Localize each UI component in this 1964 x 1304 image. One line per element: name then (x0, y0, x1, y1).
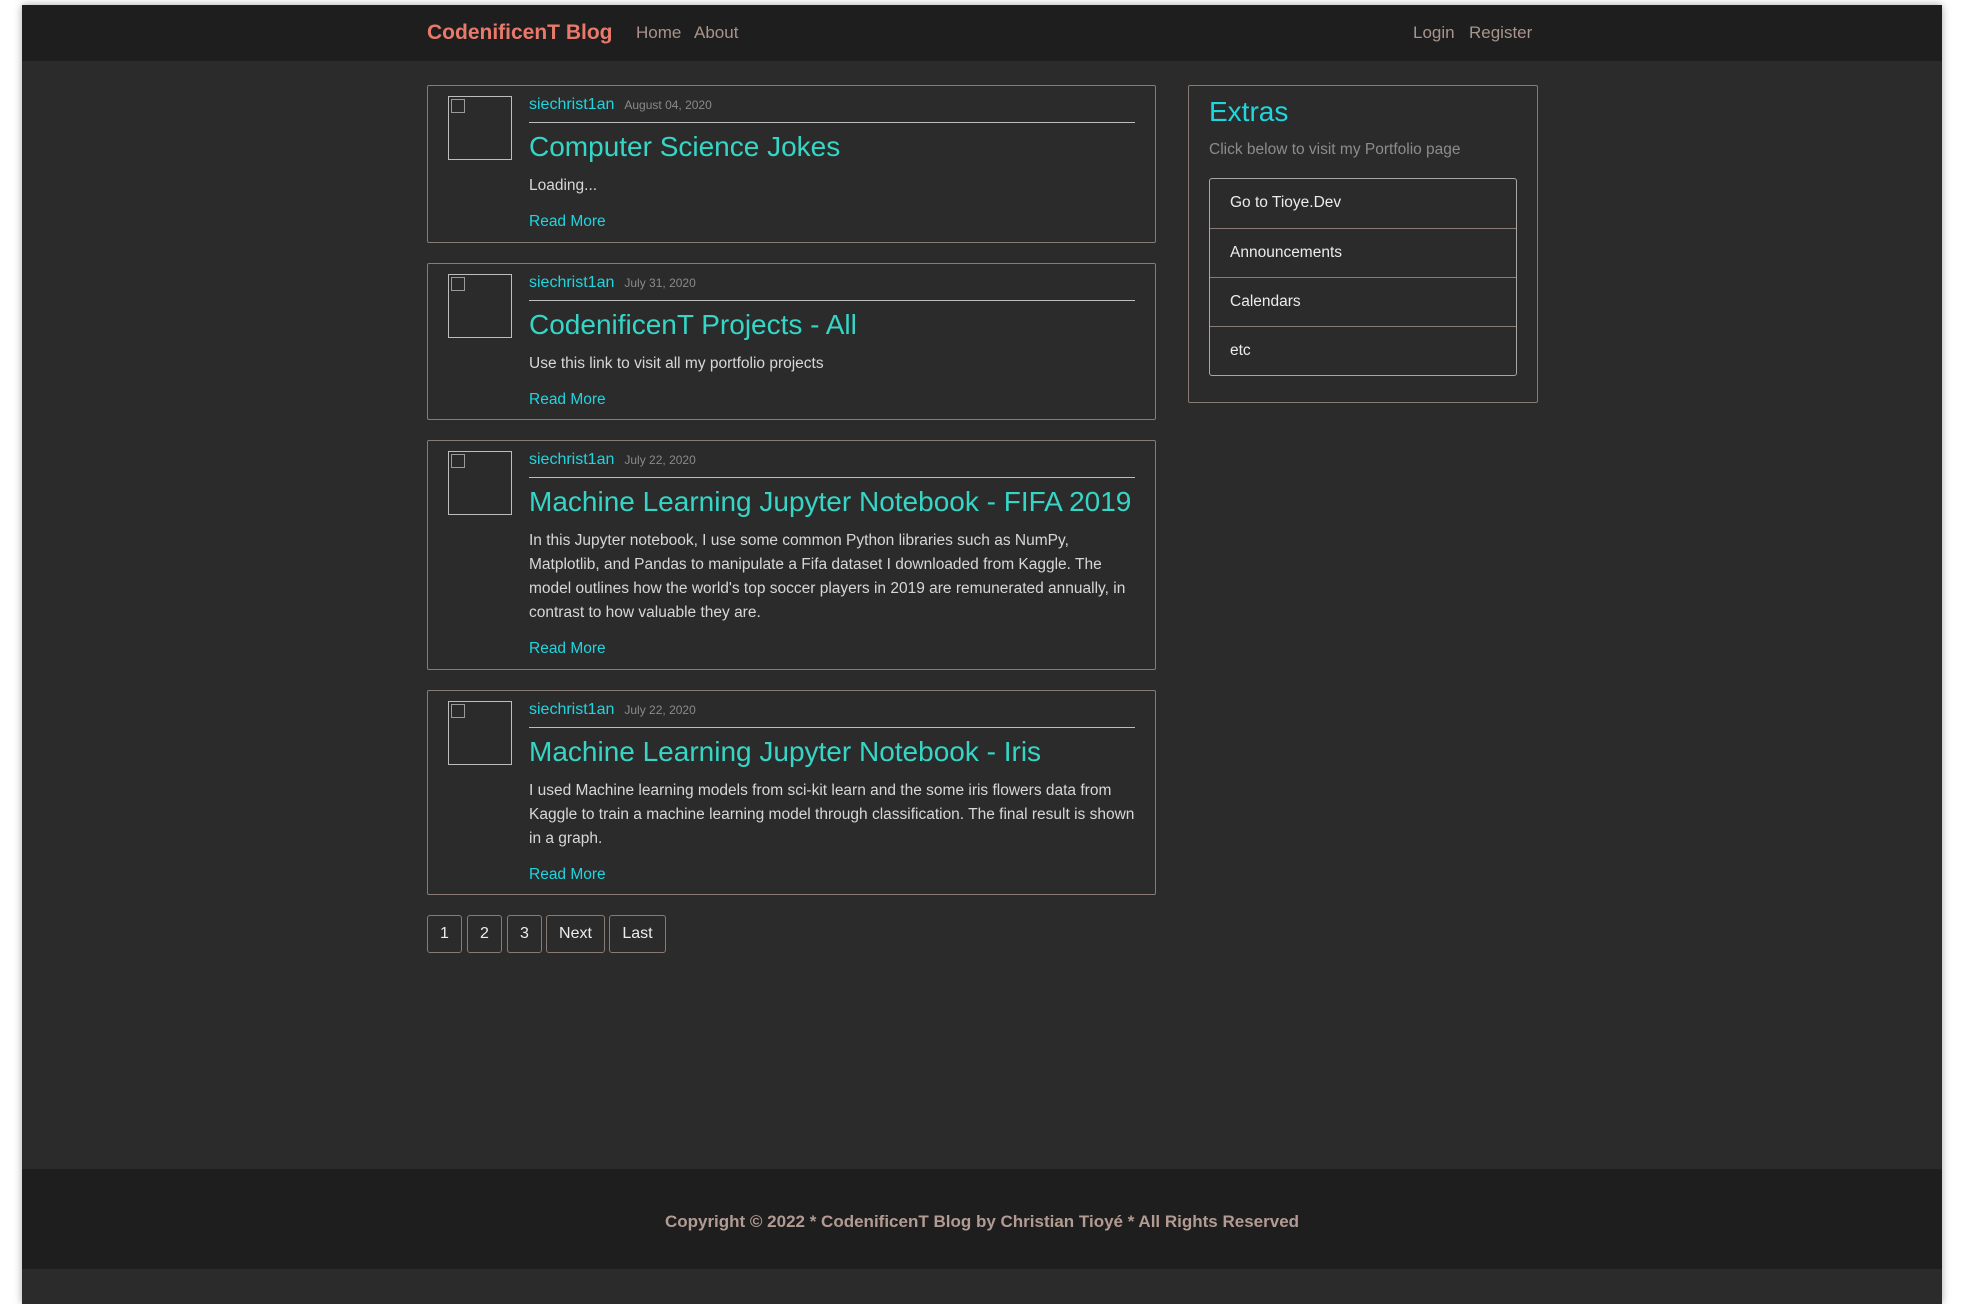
page: CodenificenT Blog Home About Login Regis… (22, 5, 1942, 1304)
post-title[interactable]: Computer Science Jokes (529, 128, 1135, 166)
post-body: siechrist1an July 31, 2020 CodenificenT P… (529, 274, 1135, 409)
post-meta: siechrist1an July 22, 2020 (529, 451, 1135, 478)
post-date: July 31, 2020 (624, 276, 696, 290)
nav-home-link[interactable]: Home (636, 23, 681, 43)
post-date: July 22, 2020 (624, 703, 696, 717)
read-more-link[interactable]: Read More (529, 640, 606, 658)
broken-image-icon (451, 704, 465, 718)
post-date: July 22, 2020 (624, 453, 696, 467)
broken-image-icon (451, 454, 465, 468)
footer: Copyright © 2022 * CodenificenT Blog by … (22, 1169, 1942, 1269)
page-3-button[interactable]: 3 (507, 915, 542, 953)
post-title[interactable]: CodenificenT Projects - All (529, 306, 1135, 344)
post-thumbnail[interactable] (448, 451, 512, 515)
post-excerpt: In this Jupyter notebook, I use some com… (529, 532, 1126, 621)
sidebar-item-announcements[interactable]: Announcements (1210, 228, 1516, 277)
post-thumbnail[interactable] (448, 701, 512, 765)
post-body: siechrist1an July 22, 2020 Machine Learni… (529, 451, 1135, 658)
last-page-button[interactable]: Last (609, 915, 666, 953)
post-title[interactable]: Machine Learning Jupyter Notebook - FIFA… (529, 483, 1135, 521)
post-body: siechrist1an August 04, 2020 Computer Sci… (529, 96, 1135, 231)
post-meta: siechrist1an July 22, 2020 (529, 701, 1135, 728)
broken-image-icon (451, 277, 465, 291)
sidebar-subtitle: Click below to visit my Portfolio page (1209, 141, 1461, 158)
post-card: siechrist1an July 22, 2020 Machine Learni… (427, 440, 1156, 670)
nav-register-link[interactable]: Register (1469, 23, 1532, 43)
sidebar-item-tioye-dev[interactable]: Go to Tioye.Dev (1210, 179, 1516, 228)
sidebar-item-etc[interactable]: etc (1210, 326, 1516, 375)
post-author-link[interactable]: siechrist1an (529, 96, 614, 113)
post-excerpt: I used Machine learning models from sci-… (529, 782, 1135, 847)
post-author-link[interactable]: siechrist1an (529, 451, 614, 468)
sidebar-item-calendars[interactable]: Calendars (1210, 277, 1516, 326)
post-meta: siechrist1an August 04, 2020 (529, 96, 1135, 123)
post-excerpt: Loading... (529, 177, 598, 194)
page-1-button[interactable]: 1 (427, 915, 462, 953)
post-thumbnail[interactable] (448, 96, 512, 160)
extras-sidebar: Extras Click below to visit my Portfolio… (1188, 85, 1538, 403)
post-card: siechrist1an August 04, 2020 Computer Sci… (427, 85, 1156, 243)
post-meta: siechrist1an July 31, 2020 (529, 274, 1135, 301)
broken-image-icon (451, 99, 465, 113)
post-date: August 04, 2020 (624, 98, 712, 112)
post-excerpt: Use this link to visit all my portfolio … (529, 355, 824, 372)
read-more-link[interactable]: Read More (529, 213, 606, 231)
footer-copyright: Copyright © 2022 * CodenificenT Blog by … (664, 1212, 1300, 1231)
sidebar-title: Extras (1209, 96, 1289, 127)
post-title[interactable]: Machine Learning Jupyter Notebook - Iris (529, 733, 1135, 771)
post-body: siechrist1an July 22, 2020 Machine Learni… (529, 701, 1135, 884)
post-card: siechrist1an July 22, 2020 Machine Learni… (427, 690, 1156, 895)
navbar: CodenificenT Blog Home About Login Regis… (22, 5, 1942, 61)
post-thumbnail[interactable] (448, 274, 512, 338)
next-page-button[interactable]: Next (546, 915, 605, 953)
post-card: siechrist1an July 31, 2020 CodenificenT P… (427, 263, 1156, 420)
nav-about-link[interactable]: About (694, 23, 738, 43)
read-more-link[interactable]: Read More (529, 866, 606, 884)
brand-link[interactable]: CodenificenT Blog (427, 21, 613, 45)
post-author-link[interactable]: siechrist1an (529, 274, 614, 291)
nav-login-link[interactable]: Login (1413, 23, 1455, 43)
sidebar-link-list: Go to Tioye.Dev Announcements Calendars … (1209, 178, 1517, 376)
post-author-link[interactable]: siechrist1an (529, 701, 614, 718)
read-more-link[interactable]: Read More (529, 391, 606, 409)
page-2-button[interactable]: 2 (467, 915, 502, 953)
